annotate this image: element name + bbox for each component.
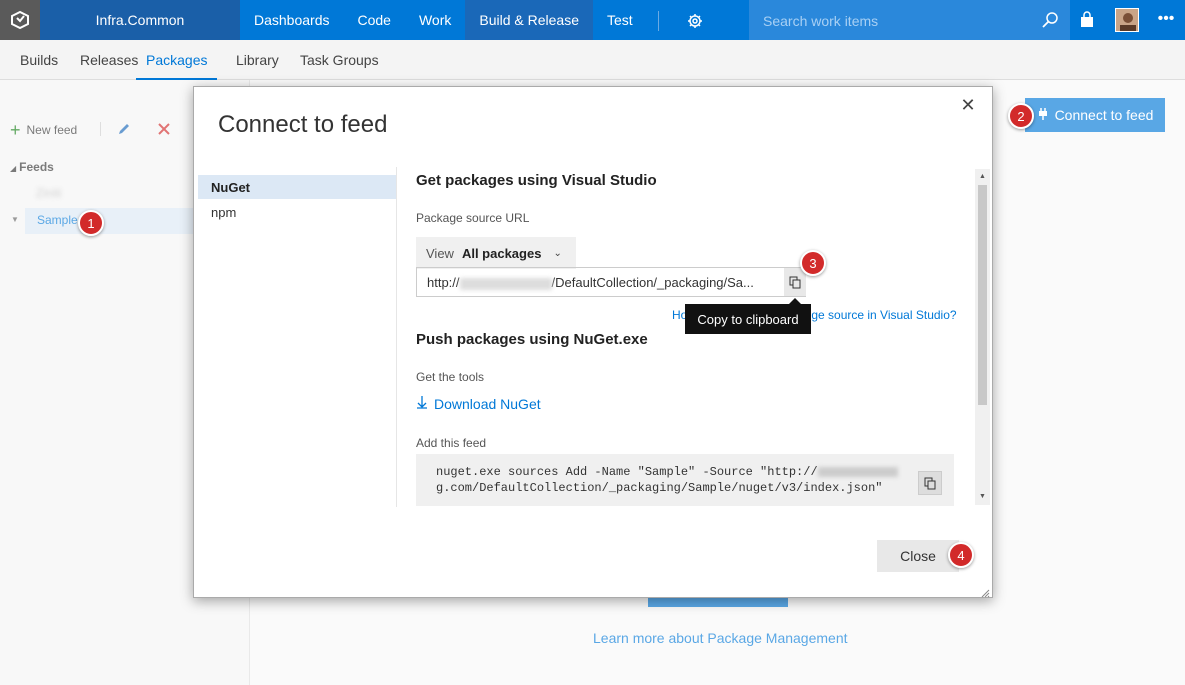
get-tools-label: Get the tools xyxy=(416,370,485,384)
tab-task-groups[interactable]: Task Groups xyxy=(300,40,379,80)
tab-packages[interactable]: Packages xyxy=(136,40,218,80)
add-feed-label: Add this feed xyxy=(416,436,487,450)
gear-icon[interactable] xyxy=(684,10,706,32)
copy-tooltip: Copy to clipboard xyxy=(685,298,811,334)
nav-divider xyxy=(658,11,659,31)
annotation-badge-1: 1 xyxy=(78,210,104,236)
download-arrow-icon xyxy=(416,395,428,412)
project-name[interactable]: Infra.Common xyxy=(40,0,240,40)
sub-navigation: Builds Releases Packages Library Task Gr… xyxy=(0,40,1185,80)
vsts-logo-icon[interactable] xyxy=(0,0,40,40)
download-nuget-link[interactable]: Download NuGet xyxy=(416,395,541,412)
dialog-content: Get packages using Visual Studio Package… xyxy=(416,167,976,507)
connect-to-feed-dialog: Connect to feed ✕ NuGet npm Get packages… xyxy=(193,86,993,598)
scroll-up-arrow-icon: ▲ xyxy=(979,173,986,180)
tab-nuget[interactable]: NuGet xyxy=(198,175,396,199)
nav-dashboards[interactable]: Dashboards xyxy=(240,0,344,40)
copy-icon xyxy=(924,477,936,489)
annotation-badge-3: 3 xyxy=(800,250,826,276)
nav-work[interactable]: Work xyxy=(405,0,465,40)
avatar[interactable] xyxy=(1115,8,1139,32)
search-icon[interactable] xyxy=(1040,10,1060,30)
close-button[interactable]: Close xyxy=(877,540,959,572)
redacted-host xyxy=(817,466,898,477)
marketplace-bag-icon[interactable] xyxy=(1077,10,1097,30)
tab-releases[interactable]: Releases xyxy=(80,40,138,80)
more-options-icon[interactable]: ••• xyxy=(1156,10,1176,30)
copy-url-button[interactable] xyxy=(784,268,806,296)
tab-library[interactable]: Library xyxy=(236,40,279,80)
copy-command-button[interactable] xyxy=(918,471,942,495)
package-source-url-field[interactable]: http:///DefaultCollection/_packaging/Sa.… xyxy=(416,267,806,297)
scroll-down-arrow-icon: ▼ xyxy=(979,493,986,500)
annotation-badge-4: 4 xyxy=(948,542,974,568)
tab-builds[interactable]: Builds xyxy=(20,40,58,80)
tab-npm[interactable]: npm xyxy=(211,205,236,220)
search-box xyxy=(749,0,1070,40)
chevron-down-icon: ⌄ xyxy=(553,247,562,259)
push-heading: Push packages using NuGet.exe xyxy=(416,331,648,348)
redacted-host xyxy=(459,277,552,290)
copy-icon xyxy=(789,276,801,288)
nav-build-release[interactable]: Build & Release xyxy=(465,0,594,40)
view-value: All packages xyxy=(461,245,542,261)
search-input[interactable] xyxy=(763,11,1023,31)
scrollbar-thumb[interactable] xyxy=(978,185,987,405)
source-url-label: Package source URL xyxy=(416,211,530,225)
view-select[interactable]: View All packages ⌄ xyxy=(416,237,576,269)
annotation-badge-2: 2 xyxy=(1008,103,1034,129)
view-label: View xyxy=(426,245,454,261)
resize-grip-icon[interactable] xyxy=(980,585,990,598)
nuget-command-block: nuget.exe sources Add -Name "Sample" -So… xyxy=(416,454,954,506)
nav-test[interactable]: Test xyxy=(593,0,647,40)
dialog-title: Connect to feed xyxy=(218,111,388,138)
main-nav: Dashboards Code Work Build & Release Tes… xyxy=(240,0,647,40)
nav-code[interactable]: Code xyxy=(344,0,405,40)
close-icon[interactable]: ✕ xyxy=(958,95,978,115)
vs-heading: Get packages using Visual Studio xyxy=(416,172,657,189)
